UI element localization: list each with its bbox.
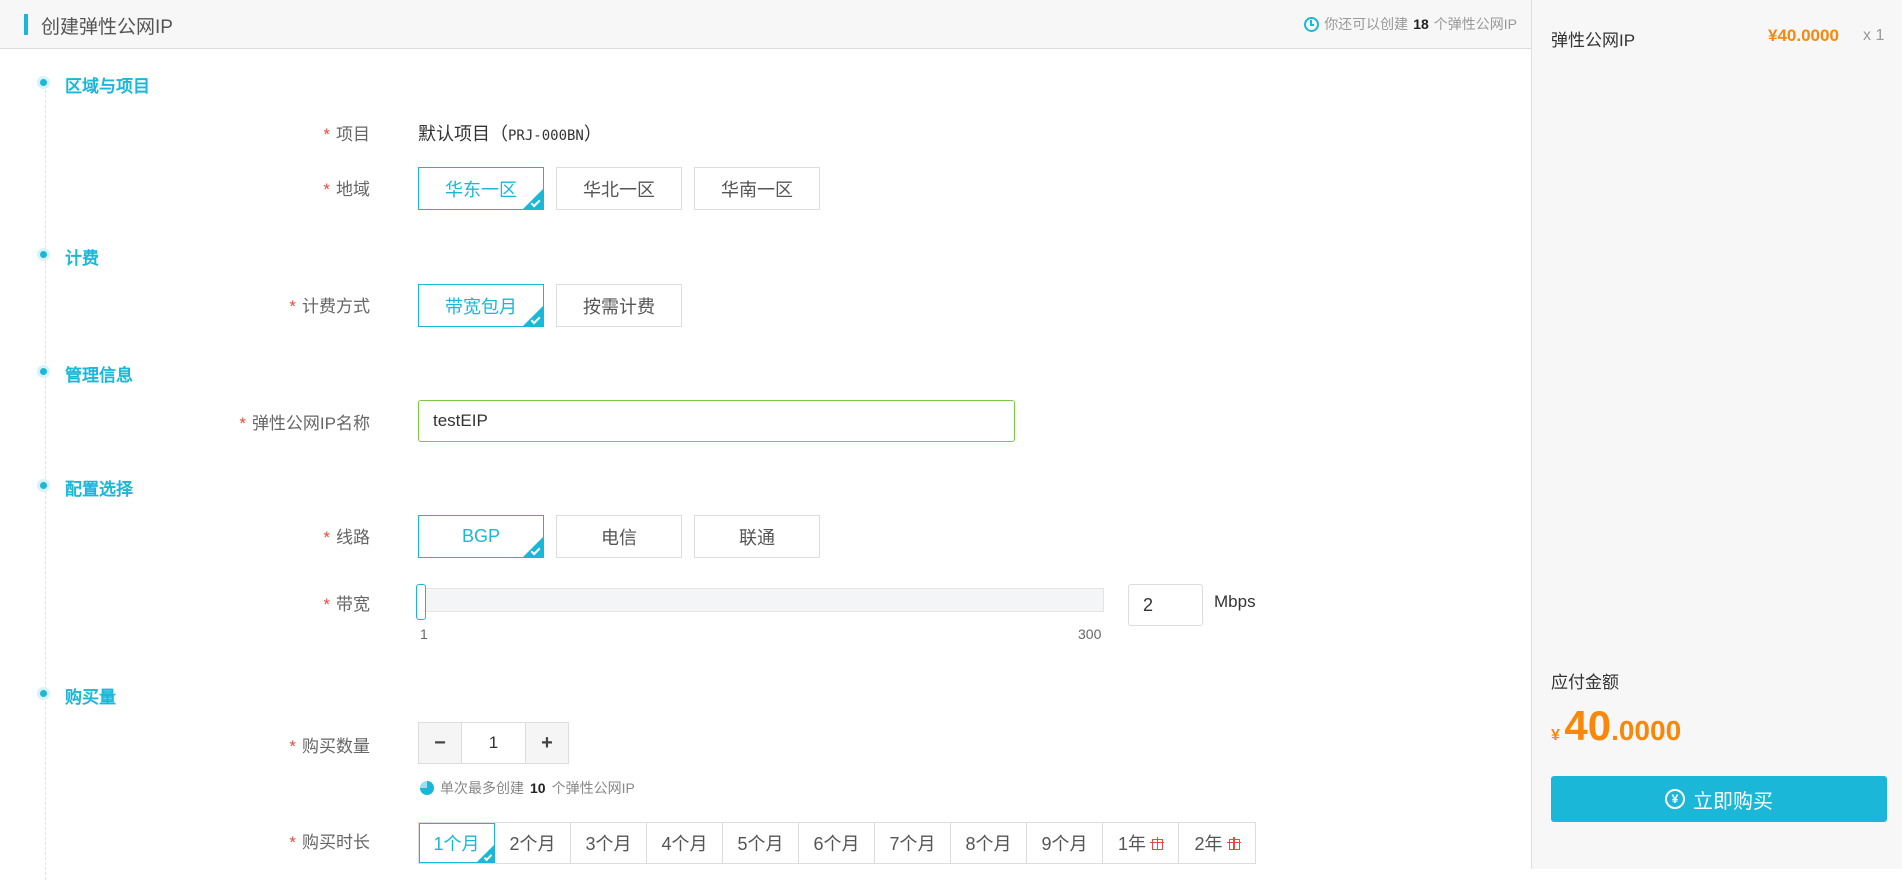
section-dot: [40, 690, 47, 697]
duration-option-4m[interactable]: 4个月: [647, 823, 723, 863]
project-label: * 项目: [323, 125, 370, 144]
quantity-hint: 单次最多创建 10 个弹性公网IP: [420, 778, 635, 798]
duration-option-9m[interactable]: 9个月: [1027, 823, 1103, 863]
bandwidth-max-tick: 300: [1078, 626, 1102, 642]
pie-chart-icon: [420, 781, 434, 795]
duration-option-2m[interactable]: 2个月: [495, 823, 571, 863]
page-title: 创建弹性公网IP: [41, 17, 173, 38]
buy-now-button[interactable]: ¥ 立即购买: [1551, 776, 1887, 822]
summary-item-price: ¥40.0000: [1768, 26, 1839, 45]
payable-amount: ¥ 40.0000: [1551, 702, 1682, 749]
section-dot: [40, 482, 47, 489]
quota-notice: 你还可以创建 18 个弹性公网IP: [1304, 14, 1517, 34]
summary-item-qty: x 1: [1863, 27, 1885, 44]
duration-option-2y[interactable]: 2年: [1179, 823, 1255, 863]
line-option-telecom[interactable]: 电信: [556, 515, 682, 558]
region-label: * 地域: [323, 180, 370, 199]
bandwidth-slider-handle[interactable]: [416, 584, 426, 620]
bandwidth-label: * 带宽: [323, 595, 370, 614]
quota-count: 18: [1413, 16, 1429, 32]
billing-option-on-demand[interactable]: 按需计费: [556, 284, 682, 327]
billing-option-monthly[interactable]: 带宽包月: [418, 284, 544, 327]
line-option-bgp[interactable]: BGP: [418, 515, 544, 558]
duration-option-1y[interactable]: 1年: [1103, 823, 1179, 863]
section-title-config: 配置选择: [65, 480, 133, 499]
quantity-increment-button[interactable]: +: [526, 723, 568, 763]
payable-label: 应付金额: [1551, 673, 1619, 692]
quota-suffix: 个弹性公网IP: [1433, 16, 1517, 32]
region-option-south[interactable]: 华南一区: [694, 167, 820, 210]
quota-prefix: 你还可以创建: [1324, 16, 1409, 32]
duration-label: * 购买时长: [289, 833, 370, 852]
quantity-stepper: − 1 +: [418, 722, 569, 764]
bandwidth-slider-track[interactable]: [418, 588, 1104, 612]
gift-icon: [1150, 836, 1164, 850]
gift-icon: [1226, 836, 1241, 850]
quantity-label: * 购买数量: [289, 737, 370, 756]
main-form: 创建弹性公网IP 你还可以创建 18 个弹性公网IP 区域与项目 * 项目 默认项…: [0, 0, 1531, 880]
region-option-east[interactable]: 华东一区: [418, 167, 544, 210]
section-title-billing: 计费: [65, 249, 99, 268]
bandwidth-unit: Mbps: [1214, 592, 1256, 611]
duration-option-1m[interactable]: 1个月: [419, 823, 495, 863]
section-dot: [40, 79, 47, 86]
eip-name-label: * 弹性公网IP名称: [239, 414, 370, 433]
clock-icon: [1304, 16, 1320, 32]
header-accent-bar: [24, 14, 28, 35]
project-value: 默认项目（PRJ-000BN）: [418, 124, 602, 144]
duration-option-6m[interactable]: 6个月: [799, 823, 875, 863]
duration-options: 1个月 2个月 3个月 4个月 5个月 6个月 7个月 8个月 9个月 1年 2…: [418, 822, 1256, 864]
line-label: * 线路: [323, 528, 370, 547]
region-option-north[interactable]: 华北一区: [556, 167, 682, 210]
yen-coin-icon: ¥: [1665, 789, 1685, 809]
section-timeline: [45, 80, 46, 880]
page-header: 创建弹性公网IP 你还可以创建 18 个弹性公网IP: [0, 0, 1531, 49]
bandwidth-input[interactable]: [1128, 584, 1203, 626]
quantity-value[interactable]: 1: [461, 723, 526, 763]
quantity-decrement-button[interactable]: −: [419, 723, 461, 763]
section-dot: [40, 368, 47, 375]
section-title-management: 管理信息: [65, 366, 133, 385]
buy-now-label: 立即购买: [1693, 790, 1773, 813]
summary-item-name: 弹性公网IP: [1551, 31, 1636, 50]
duration-option-5m[interactable]: 5个月: [723, 823, 799, 863]
duration-option-7m[interactable]: 7个月: [875, 823, 951, 863]
duration-option-3m[interactable]: 3个月: [571, 823, 647, 863]
section-title-region-project: 区域与项目: [65, 77, 150, 96]
eip-name-input[interactable]: [418, 400, 1015, 442]
line-option-unicom[interactable]: 联通: [694, 515, 820, 558]
section-title-purchase: 购买量: [65, 688, 116, 707]
order-summary-panel: 弹性公网IP ¥40.0000 x 1 应付金额 ¥ 40.0000 ¥ 立即购…: [1531, 0, 1902, 869]
section-dot: [40, 251, 47, 258]
billing-mode-label: * 计费方式: [289, 297, 370, 316]
bandwidth-min-tick: 1: [420, 626, 428, 642]
duration-option-8m[interactable]: 8个月: [951, 823, 1027, 863]
